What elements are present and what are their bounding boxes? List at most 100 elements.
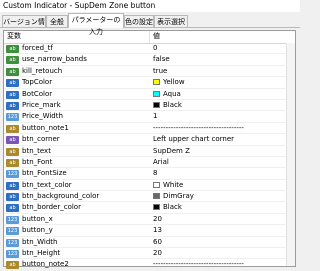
parameter-row[interactable]: 123 button_y 13 bbox=[4, 225, 295, 237]
parameter-value[interactable]: White bbox=[153, 180, 183, 191]
parameter-value-text: 60 bbox=[153, 237, 162, 246]
parameter-name: button_note2 bbox=[22, 260, 69, 269]
parameter-value-text: 20 bbox=[153, 214, 162, 223]
parameter-name: btn_text_color bbox=[22, 180, 72, 189]
parameter-type-icon: ab bbox=[6, 147, 19, 156]
parameter-value-text: SupDem Z bbox=[153, 146, 190, 155]
parameter-row[interactable]: 123 btn_Height 20 bbox=[4, 248, 295, 260]
parameter-value[interactable]: ------------------------------------ bbox=[153, 123, 244, 134]
parameter-value[interactable]: Black bbox=[153, 100, 182, 111]
parameter-name: btn_text bbox=[22, 146, 51, 155]
parameter-row[interactable]: 123 Price_Width 1 bbox=[4, 111, 295, 123]
parameter-type-icon: ab bbox=[6, 204, 19, 213]
parameter-value-text: 1 bbox=[153, 112, 158, 121]
parameter-value-text: Left upper chart corner bbox=[153, 135, 235, 144]
parameter-value[interactable]: true bbox=[153, 66, 167, 77]
parameter-row[interactable]: 123 button_x 20 bbox=[4, 214, 295, 226]
parameter-value[interactable]: 20 bbox=[153, 214, 162, 225]
parameter-row[interactable]: ab btn_border_color Black bbox=[4, 202, 295, 214]
parameter-name: btn_Font bbox=[22, 157, 53, 166]
tab-version-info[interactable]: バージョン情報 bbox=[2, 15, 46, 38]
parameter-value-text: 20 bbox=[153, 249, 162, 258]
parameter-value-text: false bbox=[153, 55, 170, 64]
parameter-value-text: White bbox=[163, 180, 184, 189]
parameter-value[interactable]: 20 bbox=[153, 248, 162, 259]
parameter-value[interactable]: 0 bbox=[153, 43, 157, 54]
parameters-panel: 変数 値 ab forced_tf 0 ab use_narrow_bands false… bbox=[3, 30, 296, 271]
parameter-name: forced_tf bbox=[22, 44, 53, 52]
parameter-row[interactable]: ab btn_text SupDem Z bbox=[4, 146, 295, 157]
parameter-type-icon: ab bbox=[6, 90, 19, 99]
parameter-value-text: Black bbox=[163, 100, 182, 109]
parameter-value-text: ------------------------------------ bbox=[153, 123, 244, 132]
parameter-type-icon: 123 bbox=[6, 170, 19, 179]
parameter-value[interactable]: Left upper chart corner bbox=[153, 134, 234, 145]
parameter-value[interactable]: Aqua bbox=[153, 89, 181, 100]
parameter-name: BotColor bbox=[22, 89, 53, 98]
parameter-value-text: Black bbox=[163, 203, 182, 212]
header-divider[interactable] bbox=[149, 31, 150, 43]
parameter-type-icon: ab bbox=[6, 181, 19, 190]
parameter-row[interactable]: ab btn_background_color DimGray bbox=[4, 191, 295, 203]
parameter-row[interactable]: ab Price_mark Black bbox=[4, 100, 295, 112]
parameter-value[interactable]: DimGray bbox=[153, 191, 194, 202]
parameter-value-text: Aqua bbox=[163, 89, 181, 98]
parameter-row[interactable]: ab btn_Font Arial bbox=[4, 157, 295, 169]
tab-colors[interactable]: 色の設定 bbox=[124, 15, 154, 27]
parameter-row[interactable]: ab forced_tf 0 bbox=[4, 43, 295, 55]
parameter-value[interactable]: 60 bbox=[153, 237, 162, 248]
parameter-value[interactable]: 13 bbox=[153, 225, 162, 236]
tab-bar: バージョン情報 全般 パラメーターの入力 色の設定 表示選択 bbox=[0, 13, 300, 38]
color-swatch bbox=[153, 79, 160, 86]
parameter-value[interactable]: SupDem Z bbox=[153, 146, 190, 157]
tab-visualization[interactable]: 表示選択 bbox=[154, 15, 188, 27]
parameter-value-text: DimGray bbox=[163, 192, 194, 201]
parameter-row[interactable]: ab use_narrow_bands false bbox=[4, 54, 295, 66]
parameter-row[interactable]: ab BotColor Aqua bbox=[4, 89, 295, 100]
parameter-type-icon: 123 bbox=[6, 215, 19, 224]
parameter-row[interactable]: ab btn_text_color White bbox=[4, 180, 295, 192]
parameter-name: Price_mark bbox=[22, 100, 61, 109]
parameter-name: Price_Width bbox=[22, 112, 63, 121]
scrollbar[interactable] bbox=[286, 43, 295, 266]
parameter-name: use_narrow_bands bbox=[22, 55, 87, 64]
parameter-row[interactable]: ab kill_retouch true bbox=[4, 66, 295, 78]
parameter-type-icon: ab bbox=[6, 101, 19, 110]
parameter-value[interactable]: Yellow bbox=[153, 77, 185, 88]
parameter-name: kill_retouch bbox=[22, 66, 63, 75]
parameter-row[interactable]: ab btn_corner Left upper chart corner bbox=[4, 134, 295, 146]
color-swatch bbox=[153, 204, 160, 211]
parameter-name: TopColor bbox=[22, 78, 53, 87]
parameter-type-icon: ab bbox=[6, 193, 19, 202]
color-swatch bbox=[153, 181, 160, 188]
tab-general[interactable]: 全般 bbox=[46, 15, 68, 27]
parameter-value-text: Yellow bbox=[163, 78, 185, 87]
parameter-value[interactable]: 8 bbox=[153, 168, 157, 179]
parameter-name: btn_Height bbox=[22, 249, 61, 258]
parameter-row[interactable]: 123 btn_Width 60 bbox=[4, 237, 295, 249]
parameter-row[interactable]: ab button_note1 --------------------------… bbox=[4, 123, 295, 135]
parameter-type-icon: ab bbox=[6, 79, 19, 88]
parameter-value-text: Arial bbox=[153, 157, 169, 166]
header-value[interactable]: 値 bbox=[153, 31, 160, 42]
parameter-value-text: true bbox=[153, 66, 168, 75]
parameter-type-icon: 123 bbox=[6, 113, 19, 122]
parameter-row[interactable]: ab TopColor Yellow bbox=[4, 77, 295, 89]
parameter-value[interactable]: Black bbox=[153, 202, 182, 213]
parameter-name: btn_Width bbox=[22, 237, 58, 246]
parameter-row[interactable]: ab button_note2 --------------------------… bbox=[4, 259, 295, 271]
parameter-type-icon: 123 bbox=[6, 227, 19, 236]
parameter-value-text: 0 bbox=[153, 44, 158, 52]
parameter-value[interactable]: ------------------------------------ bbox=[153, 259, 244, 270]
parameter-name: button_x bbox=[22, 214, 53, 223]
parameter-value[interactable]: 1 bbox=[153, 111, 157, 122]
parameter-name: btn_corner bbox=[22, 135, 60, 144]
parameter-type-icon: ab bbox=[6, 124, 19, 133]
parameter-type-icon: ab bbox=[6, 67, 19, 76]
header-variable[interactable]: 変数 bbox=[7, 31, 21, 42]
parameter-row[interactable]: 123 btn_FontSize 8 bbox=[4, 168, 295, 180]
parameter-value[interactable]: false bbox=[153, 54, 170, 65]
parameter-value[interactable]: Arial bbox=[153, 157, 169, 168]
tab-parameters[interactable]: パラメーターの入力 bbox=[68, 13, 124, 36]
parameter-type-icon: ab bbox=[6, 56, 19, 65]
